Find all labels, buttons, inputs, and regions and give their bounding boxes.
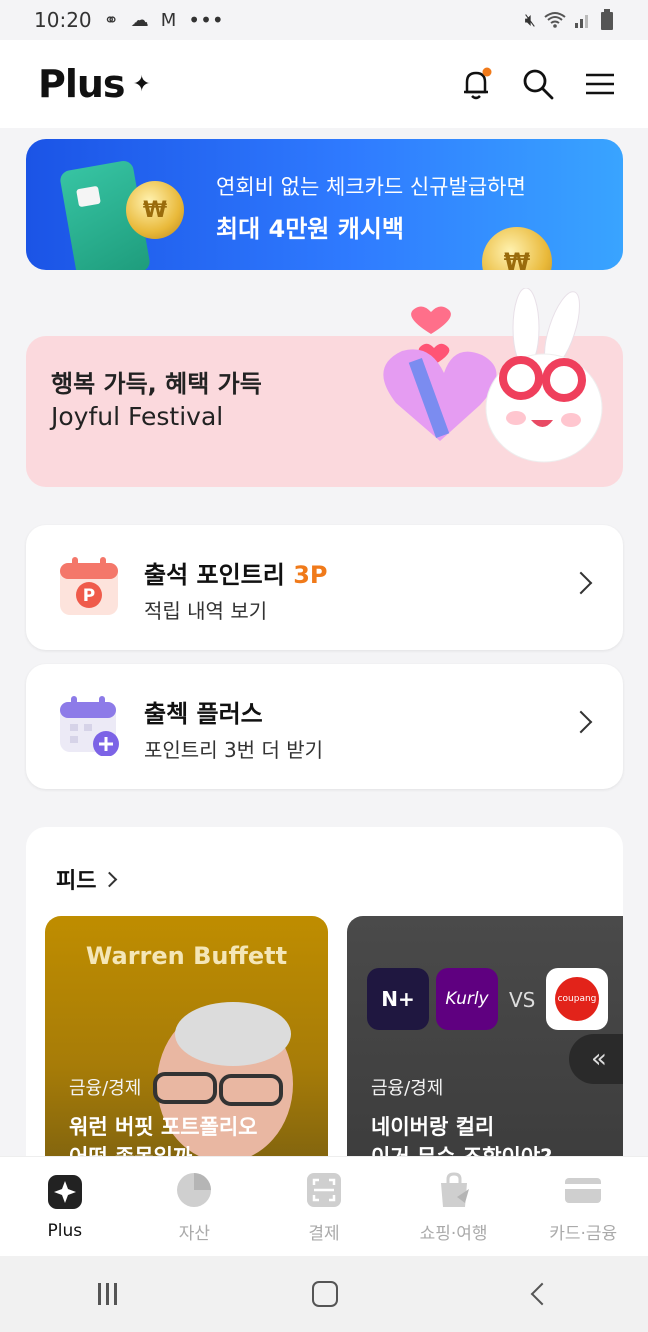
nav-item-payment[interactable]: 결제 bbox=[264, 1171, 384, 1244]
battery-icon bbox=[601, 9, 613, 30]
status-bar: 10:20 ⚭ ☁ M ••• 🔇︎ bbox=[0, 0, 648, 40]
scan-icon bbox=[306, 1172, 341, 1207]
nav-label: 카드·금융 bbox=[549, 1223, 618, 1244]
points-letter: P bbox=[83, 586, 95, 606]
attendance-points: 3P bbox=[293, 561, 328, 589]
nav-item-shopping-travel[interactable]: 쇼핑·여행 bbox=[394, 1171, 514, 1244]
festival-banner[interactable]: 행복 가득, 혜택 가득 Joyful Festival bbox=[26, 288, 623, 487]
check-plus-card[interactable]: 출첵 플러스 포인트리 3번 더 받기 bbox=[26, 664, 623, 789]
attendance-title: 출석 포인트리 3P bbox=[144, 561, 328, 589]
plus-sparkle-icon bbox=[47, 1175, 82, 1209]
vs-label: VS bbox=[509, 988, 536, 1012]
coin-illustration: ₩ bbox=[482, 227, 552, 270]
nav-label: Plus bbox=[47, 1221, 83, 1241]
signal-icon bbox=[575, 15, 588, 28]
status-time: 10:20 bbox=[34, 8, 92, 32]
feed-title-link[interactable]: 피드 bbox=[56, 863, 118, 895]
weather-icon: ☁ bbox=[130, 9, 149, 31]
double-chevron-left-icon: « bbox=[591, 1044, 607, 1074]
feed-card-image-text: Warren Buffett bbox=[85, 942, 288, 970]
banner-line2: 최대 4만원 캐시백 bbox=[216, 215, 404, 243]
wifi-icon bbox=[544, 12, 566, 28]
mute-icon: 🔇︎ bbox=[524, 9, 536, 31]
calendar-plus-icon bbox=[60, 696, 119, 756]
search-icon[interactable] bbox=[520, 66, 556, 102]
menu-icon[interactable] bbox=[582, 66, 618, 102]
feed-card-category: 금융/경제 bbox=[69, 1078, 142, 1099]
nav-item-card-finance[interactable]: 카드·금융 bbox=[523, 1171, 643, 1244]
nav-item-assets[interactable]: 자산 bbox=[134, 1171, 254, 1244]
system-nav-bar bbox=[0, 1256, 648, 1332]
feed-section: 피드 Warren Buffett 금융/경제 워런 버핏 포트폴리오 어떤 종… bbox=[26, 827, 623, 1216]
gmail-icon: M bbox=[160, 9, 177, 31]
bunny-illustration bbox=[383, 288, 603, 463]
app-logo[interactable]: Plus ✦ bbox=[38, 62, 151, 106]
check-card-banner[interactable]: ₩ ₩ 연회비 없는 체크카드 신규발급하면 최대 4만원 캐시백 bbox=[26, 139, 623, 270]
pie-chart-icon bbox=[177, 1172, 212, 1207]
calendar-points-icon: P bbox=[60, 557, 118, 615]
coin-illustration: ₩ bbox=[126, 181, 184, 239]
attendance-subtitle: 적립 내역 보기 bbox=[144, 599, 268, 623]
check-plus-subtitle: 포인트리 3번 더 받기 bbox=[144, 738, 323, 762]
nav-label: 결제 bbox=[308, 1223, 340, 1244]
status-more: ••• bbox=[188, 8, 224, 32]
feed-title: 피드 bbox=[56, 869, 97, 894]
nav-item-plus[interactable]: Plus bbox=[5, 1173, 125, 1241]
shopping-bag-icon bbox=[440, 1171, 469, 1207]
app-header: Plus ✦ bbox=[0, 40, 648, 128]
festival-subtitle: Joyful Festival bbox=[51, 402, 224, 431]
kurly-logo: Kurly bbox=[436, 968, 498, 1030]
check-plus-title: 출첵 플러스 bbox=[144, 700, 263, 728]
nav-label: 자산 bbox=[178, 1223, 211, 1244]
bottom-nav: Plus 자산 결제 쇼핑·여행 카드·금융 bbox=[0, 1156, 648, 1257]
banner-line1: 연회비 없는 체크카드 신규발급하면 bbox=[216, 175, 526, 199]
sparkle-icon: ✦ bbox=[132, 71, 151, 97]
recent-apps-button[interactable] bbox=[97, 1283, 117, 1305]
chevron-right-icon bbox=[569, 571, 593, 595]
festival-title: 행복 가득, 혜택 가득 bbox=[51, 370, 262, 398]
scroll-left-button[interactable]: « bbox=[569, 1034, 623, 1084]
feed-card-category: 금융/경제 bbox=[371, 1078, 444, 1099]
back-button[interactable] bbox=[530, 1282, 554, 1306]
nav-label: 쇼핑·여행 bbox=[419, 1223, 488, 1244]
coupang-logo-tile: coupang bbox=[546, 968, 608, 1030]
chevron-right-icon bbox=[102, 871, 118, 887]
coupang-logo: coupang bbox=[555, 977, 599, 1021]
card-icon bbox=[565, 1177, 602, 1203]
chevron-right-icon bbox=[569, 710, 593, 734]
logo-text: Plus bbox=[38, 62, 126, 106]
notification-bell-icon[interactable] bbox=[458, 66, 494, 102]
naver-plus-logo: N+ bbox=[367, 968, 429, 1030]
home-button[interactable] bbox=[312, 1281, 339, 1307]
link-icon: ⚭ bbox=[103, 9, 119, 31]
attendance-points-card[interactable]: P 출석 포인트리 3P 적립 내역 보기 bbox=[26, 525, 623, 650]
